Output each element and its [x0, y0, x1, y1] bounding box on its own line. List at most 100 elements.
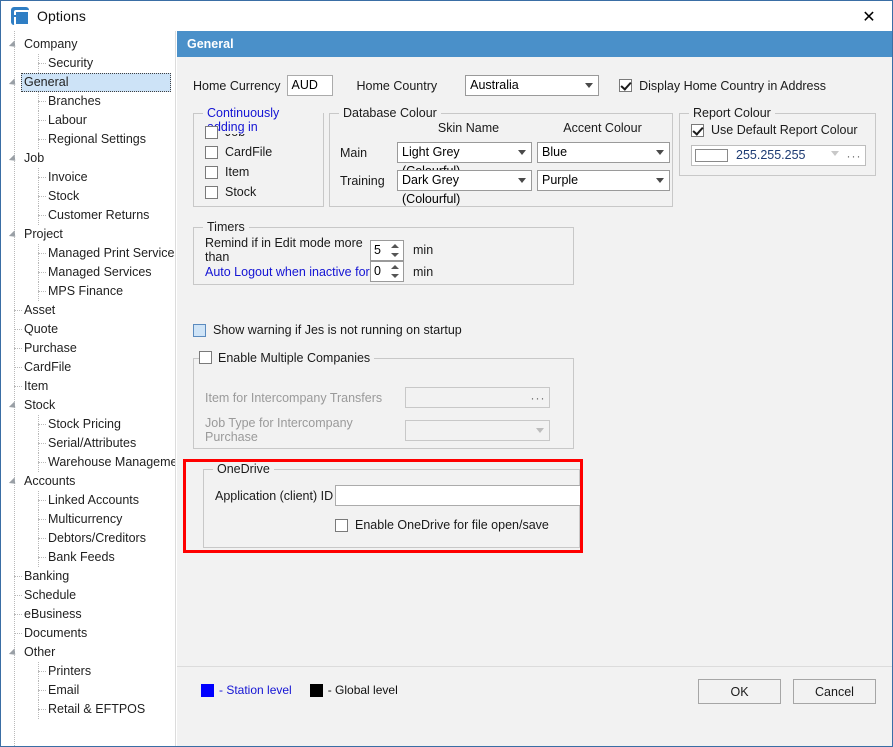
onedrive-enable-checkbox[interactable]: [335, 519, 348, 532]
sidebar-item-warehouse-management[interactable]: Warehouse Management: [2, 453, 175, 472]
sidebar-item-label: Managed Print Services: [48, 246, 176, 260]
tree-guide-line: [38, 709, 46, 710]
display-home-country-row[interactable]: Display Home Country in Address: [619, 79, 826, 93]
sidebar-item-bank-feeds[interactable]: Bank Feeds: [2, 548, 175, 567]
use-default-report-colour-row[interactable]: Use Default Report Colour: [691, 123, 858, 137]
expander-triangle-icon[interactable]: [9, 154, 18, 163]
sidebar-item-mps-finance[interactable]: MPS Finance: [2, 282, 175, 301]
skin-name-select[interactable]: Light Grey (Colourful): [397, 142, 532, 163]
global-level-swatch: [310, 684, 323, 697]
sidebar-item-documents[interactable]: Documents: [2, 624, 175, 643]
sidebar-item-general[interactable]: General: [21, 73, 171, 92]
continuously-adding-checkbox[interactable]: [205, 126, 218, 139]
sidebar-item-labour[interactable]: Labour: [2, 111, 175, 130]
use-default-report-colour-checkbox[interactable]: [691, 124, 704, 137]
jes-warning-row[interactable]: Show warning if Jes is not running on st…: [193, 323, 462, 337]
display-home-country-checkbox[interactable]: [619, 79, 632, 92]
report-colour-browse-button[interactable]: ···: [844, 147, 864, 164]
expander-triangle-icon[interactable]: [9, 230, 18, 239]
onedrive-enable-row[interactable]: Enable OneDrive for file open/save: [335, 518, 549, 532]
sidebar-item-label: Branches: [48, 94, 101, 108]
home-currency-input[interactable]: AUD: [287, 75, 333, 96]
onedrive-client-id-input[interactable]: [335, 485, 583, 506]
chevron-down-icon[interactable]: [831, 151, 839, 156]
stepper-up-icon[interactable]: [391, 265, 399, 269]
home-country-select[interactable]: Australia: [465, 75, 599, 96]
tree-guide-line: [14, 386, 22, 387]
jes-warning-checkbox[interactable]: [193, 324, 206, 337]
expander-triangle-icon[interactable]: [9, 648, 18, 657]
sidebar-item-linked-accounts[interactable]: Linked Accounts: [2, 491, 175, 510]
sidebar-item-project[interactable]: Project: [2, 225, 175, 244]
sidebar-item-accounts[interactable]: Accounts: [2, 472, 175, 491]
sidebar-item-multicurrency[interactable]: Multicurrency: [2, 510, 175, 529]
accent-colour-select[interactable]: Blue: [537, 142, 670, 163]
sidebar-item-managed-print-services[interactable]: Managed Print Services: [2, 244, 175, 263]
item-intercompany-browse-button[interactable]: ···: [528, 389, 548, 406]
cancel-button[interactable]: Cancel: [793, 679, 876, 704]
sidebar-item-job[interactable]: Job: [2, 149, 175, 168]
sidebar-item-item[interactable]: Item: [2, 377, 175, 396]
sidebar-item-email[interactable]: Email: [2, 681, 175, 700]
continuously-adding-label: Item: [225, 165, 249, 179]
sidebar-item-customer-returns[interactable]: Customer Returns: [2, 206, 175, 225]
sidebar-item-other[interactable]: Other: [2, 643, 175, 662]
enable-multiple-companies-checkbox[interactable]: [199, 351, 212, 364]
stepper-up-icon[interactable]: [391, 244, 399, 248]
continuously-adding-checkbox[interactable]: [205, 146, 218, 159]
continuously-adding-row[interactable]: Item: [205, 165, 323, 179]
auto-logout-stepper[interactable]: 0: [370, 261, 404, 282]
continuously-adding-row[interactable]: CardFile: [205, 145, 323, 159]
onedrive-client-id-label: Application (client) ID: [215, 489, 335, 503]
close-icon[interactable]: ✕: [846, 1, 892, 31]
sidebar-item-managed-services[interactable]: Managed Services: [2, 263, 175, 282]
expander-triangle-icon[interactable]: [9, 40, 18, 49]
sidebar-item-ebusiness[interactable]: eBusiness: [2, 605, 175, 624]
sidebar-item-invoice[interactable]: Invoice: [2, 168, 175, 187]
sidebar-item-label: MPS Finance: [48, 284, 123, 298]
sidebar-item-branches[interactable]: Branches: [2, 92, 175, 111]
sidebar-item-printers[interactable]: Printers: [2, 662, 175, 681]
sidebar-item-security[interactable]: Security: [2, 54, 175, 73]
expander-triangle-icon[interactable]: [9, 78, 18, 87]
sidebar-item-company[interactable]: Company: [2, 35, 175, 54]
sidebar-item-label: General: [24, 75, 68, 89]
sidebar-item-label: Asset: [24, 303, 55, 317]
sidebar-item-quote[interactable]: Quote: [2, 320, 175, 339]
report-colour-field[interactable]: 255.255.255 ···: [691, 145, 866, 166]
skin-name-select[interactable]: Dark Grey (Colourful): [397, 170, 532, 191]
item-intercompany-transfers-input[interactable]: ···: [405, 387, 550, 408]
remind-edit-mode-label: Remind if in Edit mode more than: [205, 236, 370, 264]
stepper-down-icon[interactable]: [391, 253, 399, 257]
expander-triangle-icon[interactable]: [9, 401, 18, 410]
logout-unit-label: min: [413, 265, 433, 279]
sidebar-item-stock[interactable]: Stock: [2, 187, 175, 206]
sidebar-item-cardfile[interactable]: CardFile: [2, 358, 175, 377]
sidebar-item-purchase[interactable]: Purchase: [2, 339, 175, 358]
app-logo-icon: [11, 7, 29, 25]
continuously-adding-checkbox[interactable]: [205, 186, 218, 199]
sidebar-item-stock[interactable]: Stock: [2, 396, 175, 415]
sidebar-item-asset[interactable]: Asset: [2, 301, 175, 320]
sidebar-item-serial-attributes[interactable]: Serial/Attributes: [2, 434, 175, 453]
tree-guide-line: [38, 462, 46, 463]
accent-colour-select[interactable]: Purple: [537, 170, 670, 191]
tree-guide-line: [38, 538, 46, 539]
sidebar-item-stock-pricing[interactable]: Stock Pricing: [2, 415, 175, 434]
sidebar-item-retail-eftpos[interactable]: Retail & EFTPOS: [2, 700, 175, 719]
job-type-intercompany-select[interactable]: [405, 420, 550, 441]
sidebar-item-regional-settings[interactable]: Regional Settings: [2, 130, 175, 149]
remind-edit-mode-stepper[interactable]: 5: [370, 240, 404, 261]
sidebar-item-schedule[interactable]: Schedule: [2, 586, 175, 605]
continuously-adding-checkbox[interactable]: [205, 166, 218, 179]
ok-button[interactable]: OK: [698, 679, 781, 704]
multiple-companies-group: Enable Multiple Companies Item for Inter…: [193, 358, 574, 449]
sidebar-item-banking[interactable]: Banking: [2, 567, 175, 586]
legend-station-level: - Station level: [201, 683, 292, 697]
expander-triangle-icon[interactable]: [9, 477, 18, 486]
stepper-down-icon[interactable]: [391, 274, 399, 278]
sidebar-item-debtors-creditors[interactable]: Debtors/Creditors: [2, 529, 175, 548]
continuously-adding-row[interactable]: Stock: [205, 185, 323, 199]
chevron-down-icon: [656, 150, 664, 155]
settings-tree[interactable]: CompanySecurity General Branches LabourRegi…: [2, 31, 176, 746]
